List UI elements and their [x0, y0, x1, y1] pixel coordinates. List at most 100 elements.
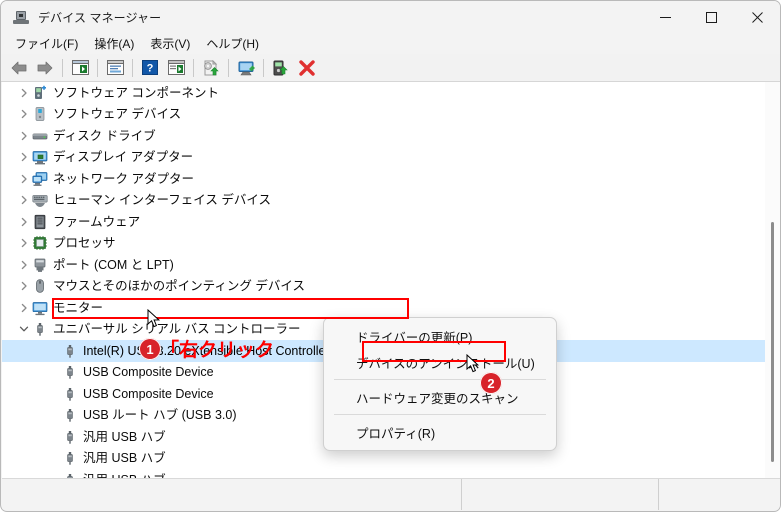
- status-bar: [2, 478, 780, 510]
- back-icon[interactable]: [6, 56, 32, 80]
- toolbar-separator: [193, 58, 194, 77]
- tree-row[interactable]: ソフトウェア コンポーネント: [2, 82, 780, 104]
- tree-no-chevron: [46, 364, 62, 380]
- tree-row-label: 汎用 USB ハブ: [83, 451, 166, 466]
- context-menu-separator: [334, 414, 546, 415]
- toolbar-separator: [132, 58, 133, 77]
- vertical-scrollbar[interactable]: [765, 82, 780, 479]
- uninstall-device-icon[interactable]: [294, 56, 320, 80]
- close-button[interactable]: [734, 1, 780, 33]
- chevron-right-icon[interactable]: [16, 278, 32, 294]
- mouse-icon: [32, 278, 48, 294]
- status-cell-tertiary: [659, 479, 780, 510]
- chevron-right-icon[interactable]: [16, 257, 32, 273]
- chevron-right-icon[interactable]: [16, 128, 32, 144]
- ctx-properties[interactable]: プロパティ(R): [324, 419, 556, 445]
- menu-view[interactable]: 表示(V): [142, 34, 198, 53]
- forward-icon[interactable]: [32, 56, 58, 80]
- tree-row-label: ソフトウェア デバイス: [53, 107, 182, 122]
- toolbar-separator: [263, 58, 264, 77]
- show-hide-console-tree-icon[interactable]: [67, 56, 93, 80]
- caption-buttons: [642, 1, 780, 33]
- disk-drive-icon: [32, 128, 48, 144]
- display-adapter-icon: [32, 149, 48, 165]
- annotation-right-click-label: 「右クリック: [160, 340, 275, 361]
- menu-help[interactable]: ヘルプ(H): [198, 34, 267, 53]
- tree-row-label: ネットワーク アダプター: [53, 171, 194, 186]
- software-device-icon: [32, 106, 48, 122]
- tree-row[interactable]: ネットワーク アダプター: [2, 168, 780, 190]
- chevron-right-icon[interactable]: [16, 85, 32, 101]
- tree-row-label: ポート (COM と LPT): [53, 257, 174, 272]
- enable-device-icon[interactable]: [268, 56, 294, 80]
- tree-row[interactable]: マウスとそのほかのポインティング デバイス: [2, 276, 780, 298]
- tree-row[interactable]: ヒューマン インターフェイス デバイス: [2, 190, 780, 212]
- usb-device-icon: [62, 364, 78, 380]
- tree-row-label: USB Composite Device: [83, 386, 214, 401]
- update-driver-icon[interactable]: [198, 56, 224, 80]
- tree-row[interactable]: モニター: [2, 297, 780, 319]
- tree-row-label: ソフトウェア コンポーネント: [53, 85, 219, 100]
- tree-no-chevron: [46, 407, 62, 423]
- chevron-right-icon[interactable]: [16, 149, 32, 165]
- menu-file[interactable]: ファイル(F): [7, 34, 86, 53]
- tree-row-label: プロセッサ: [53, 236, 116, 251]
- step-badge-1: 1: [139, 338, 161, 360]
- chevron-right-icon[interactable]: [16, 300, 32, 316]
- toolbar-separator: [228, 58, 229, 77]
- tree-no-chevron: [46, 429, 62, 445]
- chevron-down-icon[interactable]: [16, 321, 32, 337]
- software-component-icon: [32, 85, 48, 101]
- chevron-right-icon[interactable]: [16, 192, 32, 208]
- toolbar-separator: [97, 58, 98, 77]
- tree-row-label: マウスとそのほかのポインティング デバイス: [53, 279, 305, 294]
- tree-no-chevron: [46, 386, 62, 402]
- properties-icon[interactable]: [102, 56, 128, 80]
- tree-row[interactable]: ディスプレイ アダプター: [2, 147, 780, 169]
- tree-no-chevron: [46, 450, 62, 466]
- tree-row-label: ディスプレイ アダプター: [53, 150, 194, 165]
- device-manager-window: デバイス マネージャー ファイル(F) 操作(A) 表示(V) ヘルプ(H) ?…: [0, 0, 781, 512]
- context-menu[interactable]: ドライバーの更新(P) デバイスのアンインストール(U) ハードウェア変更のスキ…: [323, 317, 557, 451]
- maximize-button[interactable]: [688, 1, 734, 33]
- tree-row-label: 汎用 USB ハブ: [83, 429, 166, 444]
- status-cell-secondary: [462, 479, 659, 510]
- chevron-right-icon[interactable]: [16, 171, 32, 187]
- minimize-button[interactable]: [642, 1, 688, 33]
- toolbar-separator: [62, 58, 63, 77]
- usb-device-icon: [62, 343, 78, 359]
- toolbar: ?: [1, 54, 780, 82]
- tree-row-label: ヒューマン インターフェイス デバイス: [53, 193, 271, 208]
- tree-row[interactable]: ソフトウェア デバイス: [2, 104, 780, 126]
- tree-row[interactable]: ファームウェア: [2, 211, 780, 233]
- ctx-update-driver[interactable]: ドライバーの更新(P): [324, 323, 556, 349]
- monitor-icon: [32, 300, 48, 316]
- help-icon[interactable]: ?: [137, 56, 163, 80]
- tree-no-chevron: [46, 343, 62, 359]
- chevron-right-icon[interactable]: [16, 106, 32, 122]
- show-hide-action-pane-icon[interactable]: [163, 56, 189, 80]
- processor-icon: [32, 235, 48, 251]
- tree-row-label: USB ルート ハブ (USB 3.0): [83, 408, 237, 423]
- menu-action[interactable]: 操作(A): [86, 34, 142, 53]
- hid-icon: [32, 192, 48, 208]
- tree-row[interactable]: ディスク ドライブ: [2, 125, 780, 147]
- usb-device-icon: [62, 450, 78, 466]
- chevron-right-icon[interactable]: [16, 235, 32, 251]
- device-manager-icon: [13, 9, 29, 25]
- network-adapter-icon: [32, 171, 48, 187]
- tree-row[interactable]: プロセッサ: [2, 233, 780, 255]
- ctx-uninstall-device[interactable]: デバイスのアンインストール(U): [324, 349, 556, 375]
- svg-text:?: ?: [147, 63, 154, 75]
- tree-row-label: ファームウェア: [53, 214, 141, 229]
- ctx-scan-hardware-changes[interactable]: ハードウェア変更のスキャン: [324, 384, 556, 410]
- firmware-icon: [32, 214, 48, 230]
- context-menu-separator: [334, 379, 546, 380]
- step-badge-2: 2: [480, 372, 502, 394]
- scan-hardware-changes-icon[interactable]: [233, 56, 259, 80]
- ports-icon: [32, 257, 48, 273]
- window-title: デバイス マネージャー: [38, 10, 162, 25]
- tree-row[interactable]: ポート (COM と LPT): [2, 254, 780, 276]
- scrollbar-thumb[interactable]: [771, 222, 774, 462]
- chevron-right-icon[interactable]: [16, 214, 32, 230]
